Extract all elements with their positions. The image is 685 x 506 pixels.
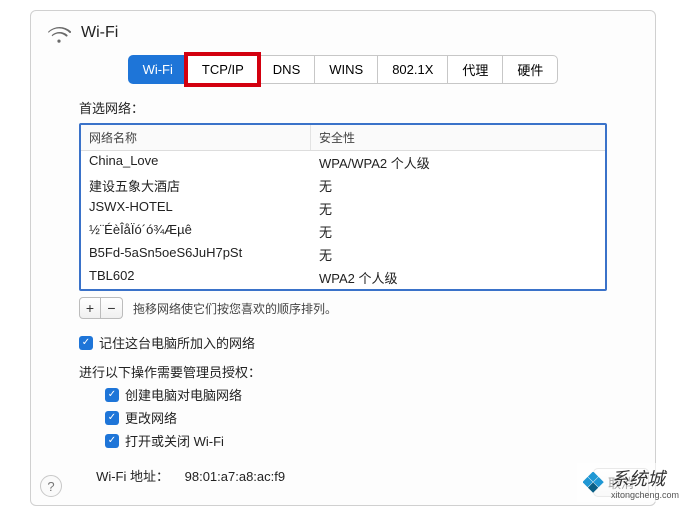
mac-label: Wi-Fi 地址：: [79, 466, 169, 485]
tab-wins[interactable]: WINS: [314, 55, 377, 84]
tab-tcpip[interactable]: TCP/IP: [187, 55, 258, 84]
tab-bar: Wi-Fi TCP/IP DNS WINS 802.1X 代理 硬件: [31, 55, 655, 84]
cell-security: 无: [319, 222, 597, 241]
cell-network-name: 建设五象大酒店: [89, 176, 319, 195]
admin-item-label: 创建电脑对电脑网络: [125, 385, 242, 404]
network-table[interactable]: 网络名称 安全性 China_Love WPA/WPA2 个人级 建设五象大酒店…: [79, 123, 607, 291]
col-network-name[interactable]: 网络名称: [81, 125, 311, 150]
tab-proxy[interactable]: 代理: [447, 55, 502, 84]
cell-network-name: TBL602: [89, 268, 319, 287]
mac-value: 98:01:a7:a8:ac:f9: [185, 469, 285, 484]
table-row[interactable]: ½¨ÉèÎåÏó´ó¾Æµê 无: [81, 220, 605, 243]
remove-network-button[interactable]: −: [101, 297, 123, 319]
cell-network-name: ½¨ÉèÎåÏó´ó¾Æµê: [89, 222, 319, 241]
cell-network-name: B5Fd-5aSn5oeS6JuH7pSt: [89, 245, 319, 264]
table-row[interactable]: 建设五象大酒店 无: [81, 174, 605, 197]
table-row[interactable]: JSWX-HOTEL 无: [81, 197, 605, 220]
admin-auth-label: 进行以下操作需要管理员授权：: [79, 362, 607, 381]
admin-check-create[interactable]: ✓: [105, 388, 119, 402]
cell-security: 无: [319, 176, 597, 195]
help-button[interactable]: ?: [40, 475, 62, 497]
add-network-button[interactable]: +: [79, 297, 101, 319]
watermark-text: 系统城: [611, 469, 665, 489]
cell-security: 无: [319, 199, 597, 218]
admin-check-toggle[interactable]: ✓: [105, 434, 119, 448]
cell-security: 无: [319, 245, 597, 264]
remember-label: 记住这台电脑所加入的网络: [99, 333, 255, 352]
wifi-icon: [47, 23, 71, 43]
cell-network-name: China_Love: [89, 153, 319, 172]
admin-item-label: 打开或关闭 Wi-Fi: [125, 431, 224, 450]
cell-network-name: JSWX-HOTEL: [89, 199, 319, 218]
drag-hint: 拖移网络使它们按您喜欢的顺序排列。: [133, 300, 337, 317]
tab-wifi[interactable]: Wi-Fi: [128, 55, 187, 84]
watermark: 系统城 xitongcheng.com: [577, 463, 685, 502]
table-row[interactable]: TBL602 WPA2 个人级: [81, 266, 605, 289]
tab-dns[interactable]: DNS: [258, 55, 314, 84]
admin-check-change[interactable]: ✓: [105, 411, 119, 425]
admin-item-label: 更改网络: [125, 408, 177, 427]
cell-security: WPA/WPA2 个人级: [319, 153, 597, 172]
tab-8021x[interactable]: 802.1X: [377, 55, 447, 84]
table-row[interactable]: China_Love WPA/WPA2 个人级: [81, 151, 605, 174]
remember-checkbox[interactable]: ✓: [79, 336, 93, 350]
cell-security: WPA2 个人级: [319, 268, 597, 287]
table-row[interactable]: B5Fd-5aSn5oeS6JuH7pSt 无: [81, 243, 605, 266]
page-title: Wi-Fi: [81, 24, 118, 42]
col-security[interactable]: 安全性: [311, 125, 605, 150]
preferred-networks-label: 首选网络：: [79, 98, 607, 117]
diamond-icon: [583, 472, 605, 494]
tab-hardware[interactable]: 硬件: [502, 55, 558, 84]
watermark-sub: xitongcheng.com: [611, 491, 679, 500]
